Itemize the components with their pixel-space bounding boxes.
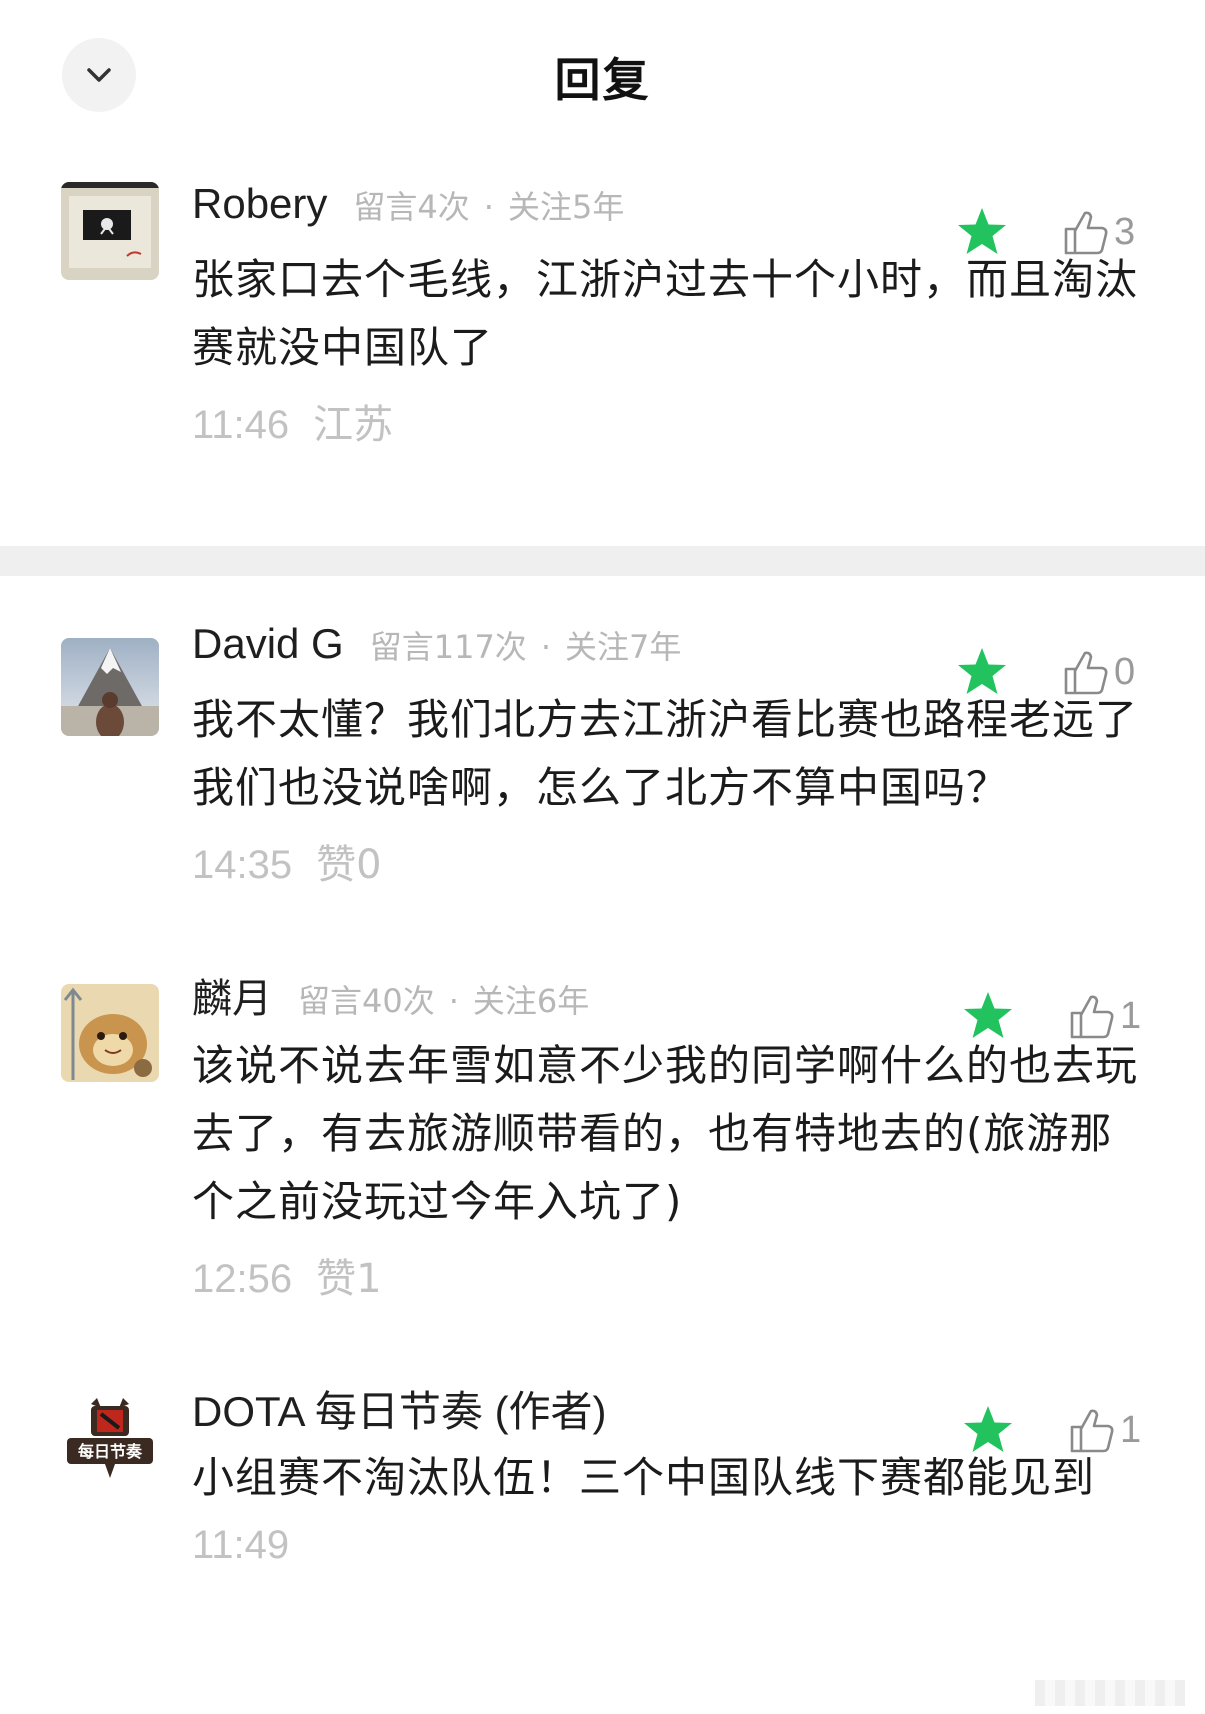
comment-footer: 12:56 赞1 bbox=[192, 1246, 1142, 1304]
comment-text: 该说不说去年雪如意不少我的同学啊什么的也去玩去了，有去旅游顺带看的，也有特地去的… bbox=[192, 1041, 1139, 1226]
follow-duration: 关注7年 bbox=[564, 628, 682, 666]
comment-footer: 11:49 bbox=[192, 1522, 1142, 1568]
star-icon[interactable] bbox=[962, 1404, 1014, 1456]
like-button[interactable]: 1 bbox=[1066, 990, 1141, 1042]
comment-time: 11:46 bbox=[192, 403, 290, 447]
comment-time: 14:35 bbox=[192, 843, 293, 887]
avatar[interactable] bbox=[61, 638, 159, 736]
star-icon[interactable] bbox=[956, 206, 1008, 258]
like-count: 1 bbox=[1120, 994, 1142, 1037]
like-count: 1 bbox=[1120, 1408, 1142, 1451]
like-count: 0 bbox=[1114, 650, 1136, 693]
header: 回复 bbox=[0, 0, 1205, 150]
like-button[interactable]: 3 bbox=[1060, 206, 1135, 258]
user-stats: 留言117次 · 关注7年 bbox=[369, 628, 682, 666]
watermark bbox=[1035, 1680, 1185, 1706]
section-divider bbox=[0, 546, 1205, 576]
reply-likes: 赞0 bbox=[316, 842, 382, 888]
avatar[interactable] bbox=[61, 984, 159, 1082]
user-stats: 留言4次 · 关注5年 bbox=[353, 188, 625, 226]
message-count: 留言117次 bbox=[369, 628, 527, 666]
message-count: 留言4次 bbox=[353, 188, 470, 226]
star-icon[interactable] bbox=[962, 990, 1014, 1042]
avatar[interactable]: 每日节奏 bbox=[61, 1394, 159, 1492]
reply-likes: 赞1 bbox=[316, 1256, 382, 1302]
comment-location: 江苏 bbox=[313, 402, 394, 448]
thumbs-up-icon bbox=[1064, 211, 1108, 255]
thumbs-up-icon bbox=[1070, 1409, 1114, 1453]
user-stats: 留言40次 · 关注6年 bbox=[298, 982, 590, 1020]
like-button[interactable]: 1 bbox=[1066, 1404, 1141, 1456]
like-button[interactable]: 0 bbox=[1060, 646, 1135, 698]
comment-footer: 11:46 江苏 bbox=[192, 392, 1142, 450]
username[interactable]: DOTA 每日节奏 (作者) bbox=[192, 1378, 607, 1439]
avatar-logo-text: 每日节奏 bbox=[78, 1442, 143, 1461]
avatar[interactable] bbox=[61, 182, 159, 280]
comment-text: 我不太懂？我们北方去江浙沪看比赛也路程老远了我们也没说啥啊，怎么了北方不算中国吗… bbox=[192, 695, 1139, 812]
comment-time: 12:56 bbox=[192, 1257, 293, 1301]
username[interactable]: 麟月 bbox=[192, 966, 272, 1024]
comment-text: 张家口去个毛线，江浙沪过去十个小时，而且淘汰赛就没中国队了 bbox=[192, 255, 1139, 372]
thumbs-up-icon bbox=[1070, 995, 1114, 1039]
page-title: 回复 bbox=[554, 53, 651, 107]
like-count: 3 bbox=[1114, 210, 1136, 253]
comment-footer: 14:35 赞0 bbox=[192, 832, 1142, 890]
comment-time: 11:49 bbox=[192, 1523, 290, 1567]
username[interactable]: David G bbox=[192, 620, 344, 668]
username[interactable]: Robery bbox=[192, 180, 327, 228]
star-icon[interactable] bbox=[956, 646, 1008, 698]
message-count: 留言40次 bbox=[298, 982, 435, 1020]
thumbs-up-icon bbox=[1064, 651, 1108, 695]
follow-duration: 关注6年 bbox=[472, 982, 590, 1020]
follow-duration: 关注5年 bbox=[507, 188, 625, 226]
